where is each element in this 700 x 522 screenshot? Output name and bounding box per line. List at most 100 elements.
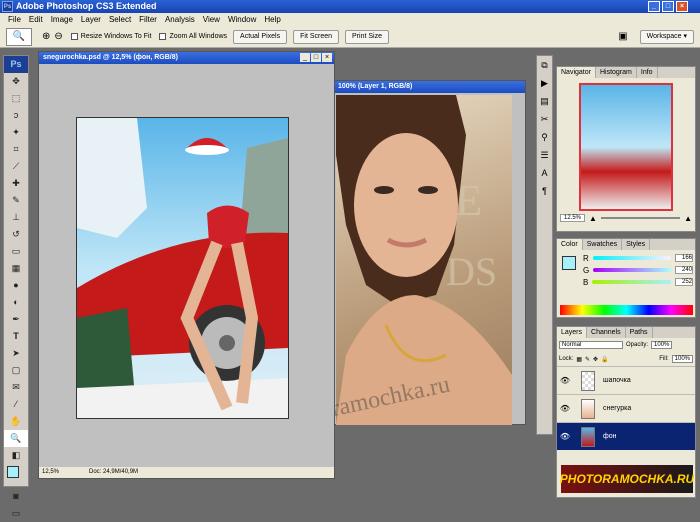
eye-icon[interactable]: 👁 bbox=[557, 376, 573, 385]
dodge-tool-icon[interactable]: ◐ bbox=[4, 294, 28, 311]
workspace-icon[interactable]: ▣ bbox=[618, 31, 627, 42]
zoom-tool-icon[interactable]: 🔍 bbox=[4, 430, 28, 447]
blur-tool-icon[interactable]: ● bbox=[4, 277, 28, 294]
lock-transparency-icon[interactable]: ▦ bbox=[576, 356, 582, 363]
r-slider[interactable] bbox=[592, 256, 671, 260]
eraser-tool-icon[interactable]: ▭ bbox=[4, 243, 28, 260]
blend-mode-select[interactable]: Normal bbox=[559, 341, 623, 349]
notes-tool-icon[interactable]: ✉ bbox=[4, 379, 28, 396]
layer-row-selected[interactable]: 👁 фон bbox=[557, 422, 695, 450]
zoom-in-small-icon[interactable]: ▲ bbox=[684, 214, 692, 223]
tab-info[interactable]: Info bbox=[637, 67, 658, 78]
marquee-tool-icon[interactable]: ⬚ bbox=[4, 90, 28, 107]
lock-pixels-icon[interactable]: ✎ bbox=[585, 356, 590, 363]
document-window-main[interactable]: snegurochka.psd @ 12,5% (фон, RGB/8) _ □… bbox=[38, 51, 335, 479]
tab-color[interactable]: Color bbox=[557, 239, 583, 250]
clone-stamp-icon[interactable]: ⊥ bbox=[4, 209, 28, 226]
clone-source-icon[interactable]: ⚲ bbox=[537, 128, 552, 146]
zoom-tool-icon[interactable]: 🔍 bbox=[6, 27, 32, 46]
paragraph-icon[interactable]: ¶ bbox=[537, 182, 552, 200]
pen-tool-icon[interactable]: ✒ bbox=[4, 311, 28, 328]
default-colors-icon[interactable]: ◧ bbox=[4, 447, 28, 464]
r-value[interactable]: 166 bbox=[675, 254, 693, 262]
actions-icon[interactable]: ▶ bbox=[537, 74, 552, 92]
tab-swatches[interactable]: Swatches bbox=[583, 239, 623, 250]
tab-styles[interactable]: Styles bbox=[622, 239, 651, 250]
doc-close-icon[interactable]: × bbox=[322, 53, 332, 62]
doc-minimize-icon[interactable]: _ bbox=[300, 53, 310, 62]
slice-tool-icon[interactable]: ⟋ bbox=[4, 158, 28, 175]
healing-brush-icon[interactable]: ✚ bbox=[4, 175, 28, 192]
zoom-in-icon[interactable]: ⊕ bbox=[42, 31, 50, 42]
color-foreground-swatch[interactable] bbox=[562, 256, 576, 270]
hand-tool-icon[interactable]: ✋ bbox=[4, 413, 28, 430]
lock-position-icon[interactable]: ✥ bbox=[593, 356, 598, 363]
g-slider[interactable] bbox=[593, 268, 671, 272]
resize-windows-checkbox[interactable]: Resize Windows To Fit bbox=[70, 33, 151, 40]
menu-view[interactable]: View bbox=[199, 15, 224, 24]
layer-row[interactable]: 👁 шапочка bbox=[557, 366, 695, 394]
actual-pixels-button[interactable]: Actual Pixels bbox=[233, 29, 288, 44]
document-window-portrait[interactable]: 100% (Layer 1, RGB/8) EN BE DS Photoramo… bbox=[274, 80, 526, 434]
navigator-zoom[interactable]: 12.5% bbox=[560, 214, 586, 222]
zoom-all-windows-checkbox[interactable]: Zoom All Windows bbox=[159, 33, 227, 40]
brushes-icon[interactable]: ✂ bbox=[537, 110, 552, 128]
color-swatches[interactable] bbox=[4, 464, 28, 488]
color-spectrum[interactable] bbox=[560, 305, 693, 315]
history-brush-icon[interactable]: ↺ bbox=[4, 226, 28, 243]
eyedropper-icon[interactable]: ⁄ bbox=[4, 396, 28, 413]
close-button[interactable]: × bbox=[676, 1, 688, 12]
b-value[interactable]: 252 bbox=[675, 278, 693, 286]
move-tool-icon[interactable]: ✥ bbox=[4, 73, 28, 90]
eye-icon[interactable]: 👁 bbox=[557, 404, 573, 413]
tab-layers[interactable]: Layers bbox=[557, 327, 588, 338]
maximize-button[interactable]: □ bbox=[662, 1, 674, 12]
path-selection-icon[interactable]: ➤ bbox=[4, 345, 28, 362]
history-icon[interactable]: ⧉ bbox=[537, 56, 552, 74]
menu-edit[interactable]: Edit bbox=[25, 15, 47, 24]
lasso-tool-icon[interactable]: ↄ bbox=[4, 107, 28, 124]
navigator-thumbnail[interactable] bbox=[579, 83, 673, 211]
tab-navigator[interactable]: Navigator bbox=[557, 67, 596, 78]
navigator-zoom-slider[interactable] bbox=[600, 217, 681, 219]
menu-window[interactable]: Window bbox=[224, 15, 260, 24]
menu-select[interactable]: Select bbox=[105, 15, 135, 24]
opacity-value[interactable]: 100% bbox=[651, 341, 673, 349]
minimize-button[interactable]: _ bbox=[648, 1, 660, 12]
menu-layer[interactable]: Layer bbox=[77, 15, 105, 24]
tab-paths[interactable]: Paths bbox=[626, 327, 653, 338]
eye-icon[interactable]: 👁 bbox=[557, 432, 573, 441]
layer-row[interactable]: 👁 снегурка bbox=[557, 394, 695, 422]
menu-file[interactable]: File bbox=[4, 15, 25, 24]
workspace-dropdown[interactable]: Workspace ▾ bbox=[639, 29, 694, 44]
opacity-label: Opacity: bbox=[626, 342, 649, 348]
character-icon[interactable]: A bbox=[537, 164, 552, 182]
zoom-out-small-icon[interactable]: ▲ bbox=[589, 214, 597, 223]
print-size-button[interactable]: Print Size bbox=[345, 29, 389, 44]
magic-wand-icon[interactable]: ✦ bbox=[4, 124, 28, 141]
lock-all-icon[interactable]: 🔒 bbox=[601, 356, 608, 363]
g-value[interactable]: 240 bbox=[675, 266, 693, 274]
fit-screen-button[interactable]: Fit Screen bbox=[293, 29, 340, 44]
menu-image[interactable]: Image bbox=[47, 15, 77, 24]
crop-tool-icon[interactable]: ⌗ bbox=[4, 141, 28, 158]
tool-presets-icon[interactable]: ▤ bbox=[537, 92, 552, 110]
b-slider[interactable] bbox=[592, 280, 671, 284]
menu-help[interactable]: Help bbox=[260, 15, 284, 24]
menu-analysis[interactable]: Analysis bbox=[161, 15, 199, 24]
gradient-tool-icon[interactable]: ▦ bbox=[4, 260, 28, 277]
fill-value[interactable]: 100% bbox=[671, 355, 693, 363]
layer-comps-icon[interactable]: ☰ bbox=[537, 146, 552, 164]
type-tool-icon[interactable]: T bbox=[4, 328, 28, 345]
doc-maximize-icon[interactable]: □ bbox=[311, 53, 321, 62]
canvas-image[interactable] bbox=[76, 117, 289, 419]
tab-channels[interactable]: Channels bbox=[587, 327, 626, 338]
foreground-color[interactable] bbox=[7, 466, 19, 478]
quick-mask-icon[interactable]: ◙ bbox=[4, 488, 28, 505]
tab-histogram[interactable]: Histogram bbox=[596, 67, 637, 78]
brush-tool-icon[interactable]: ✎ bbox=[4, 192, 28, 209]
zoom-level[interactable]: 12,5% bbox=[42, 467, 59, 478]
zoom-out-icon[interactable]: ⊖ bbox=[54, 31, 62, 42]
shape-tool-icon[interactable]: ▢ bbox=[4, 362, 28, 379]
menu-filter[interactable]: Filter bbox=[135, 15, 161, 24]
